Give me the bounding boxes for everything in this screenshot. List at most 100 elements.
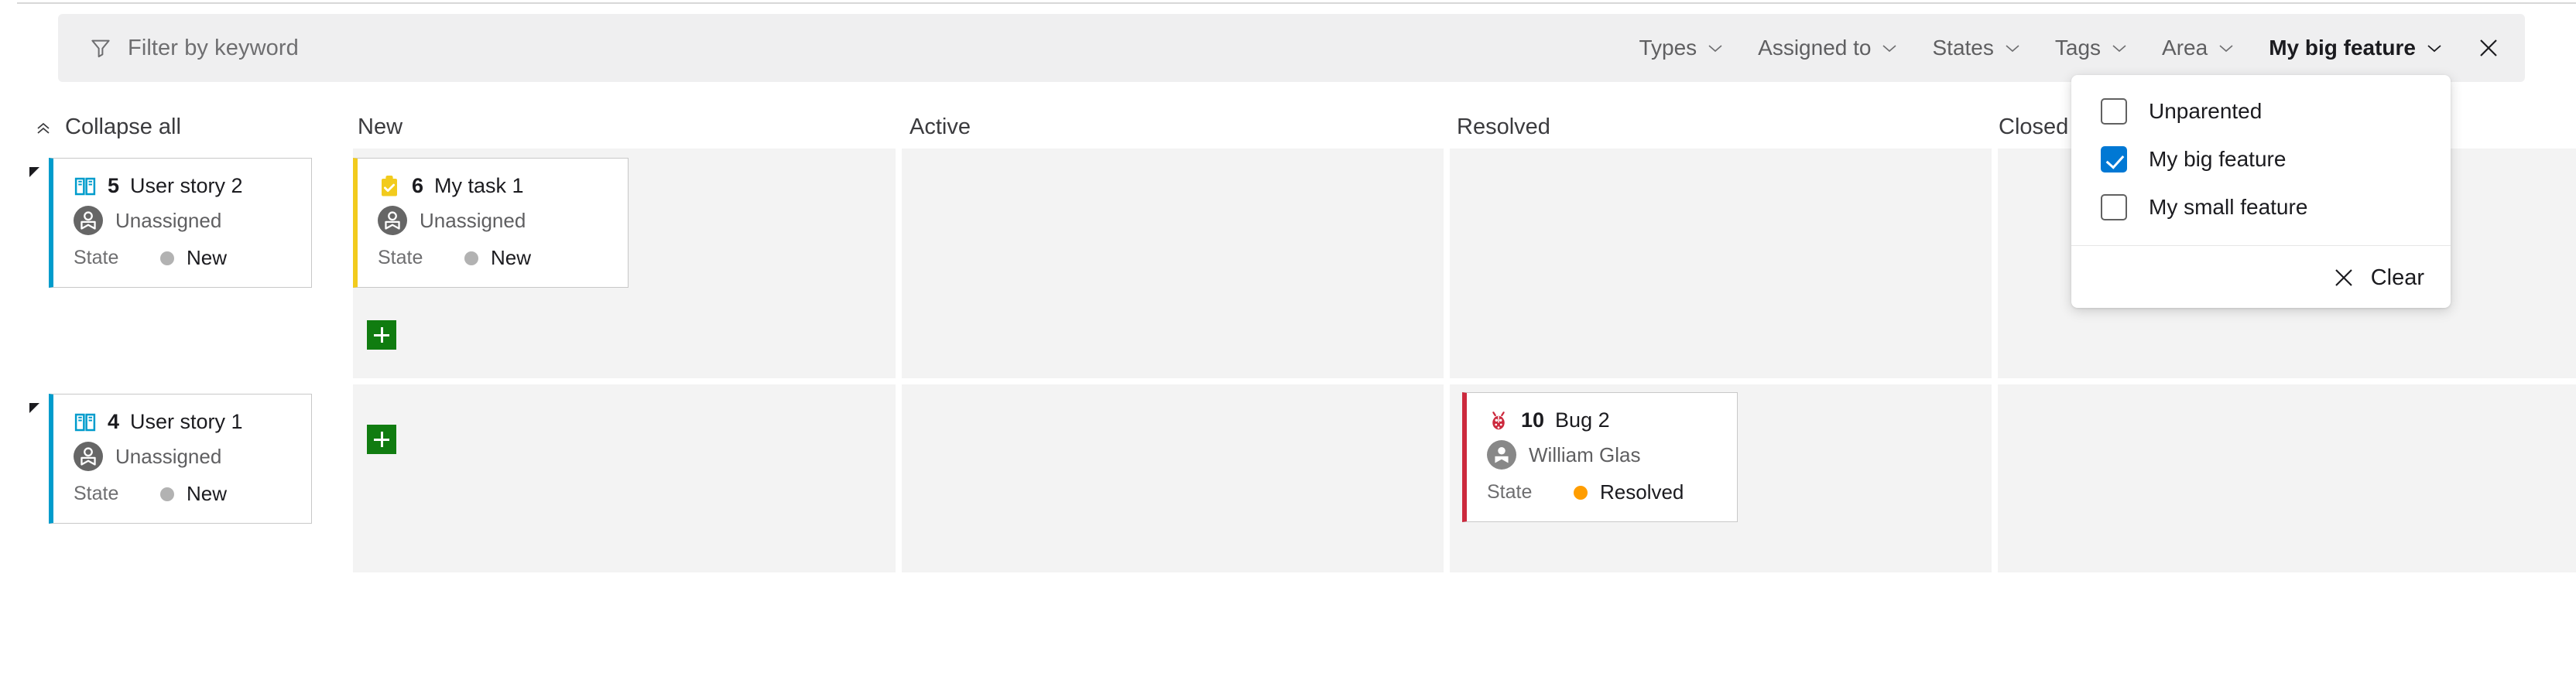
unassigned-avatar-icon <box>74 442 103 471</box>
work-item-card-user-story-2[interactable]: 5 User story 2 Unassigned State New <box>49 158 312 288</box>
parent-filter-option-unparented[interactable]: Unparented <box>2071 87 2451 135</box>
swimlane-collapse-toggle[interactable] <box>29 167 39 177</box>
filter-pill-types[interactable]: Types <box>1622 14 1741 82</box>
card-title-row: 5 User story 2 <box>74 174 291 198</box>
card-assignee-row: Unassigned <box>74 206 291 235</box>
unassigned-avatar-icon <box>74 206 103 235</box>
parent-filter-options: Unparented My big feature My small featu… <box>2071 75 2451 241</box>
state-dot-icon <box>160 487 174 501</box>
card-title-row: 4 User story 1 <box>74 410 291 434</box>
card-assignee-row: Unassigned <box>378 206 608 235</box>
dropdown-footer: Clear <box>2071 246 2451 308</box>
card-assignee-row: Unassigned <box>74 442 291 471</box>
work-item-card-bug-2[interactable]: 10 Bug 2 William Glas State Resolved <box>1462 392 1738 522</box>
filter-pill-tags[interactable]: Tags <box>2038 14 2145 82</box>
person-avatar-icon <box>1487 440 1516 470</box>
keyword-filter-placeholder: Filter by keyword <box>128 35 299 60</box>
parent-filter-option-unparented-label: Unparented <box>2149 99 2263 123</box>
card-assignee: Unassigned <box>115 444 222 468</box>
header-divider <box>17 2 2576 4</box>
card-id: 10 <box>1521 408 1545 432</box>
filter-pill-area-label: Area <box>2162 36 2208 60</box>
card-state-row: State New <box>74 246 291 270</box>
board-cell-resolved[interactable] <box>1450 149 1992 378</box>
filter-bar: Filter by keyword Types Assigned to Stat… <box>58 14 2525 82</box>
filter-pill-types-label: Types <box>1639 36 1697 60</box>
parent-filter-option-my-big-feature[interactable]: My big feature <box>2071 135 2451 183</box>
clear-filter-label: Clear <box>2370 265 2424 290</box>
chevron-down-icon <box>2006 45 2019 53</box>
parent-filter-option-my-small-feature-label: My small feature <box>2149 195 2308 219</box>
filter-pill-parent-label: My big feature <box>2269 36 2416 60</box>
card-assignee-row: William Glas <box>1487 440 1717 470</box>
filter-pill-states[interactable]: States <box>1915 14 2037 82</box>
card-state-value: New <box>187 246 228 269</box>
chevron-down-icon <box>2112 45 2126 53</box>
card-id: 5 <box>108 174 120 197</box>
state-dot-icon <box>160 251 174 265</box>
close-icon <box>2334 269 2352 286</box>
checkbox-unchecked-icon[interactable] <box>2101 98 2127 125</box>
task-icon <box>382 175 397 196</box>
card-state-row: State New <box>378 246 608 270</box>
work-item-card-user-story-1[interactable]: 4 User story 1 Unassigned State New <box>49 394 312 524</box>
card-title: My task 1 <box>434 174 524 197</box>
column-header-resolved: Resolved <box>1457 114 1550 139</box>
funnel-icon <box>89 36 112 60</box>
add-card-button[interactable] <box>367 425 396 454</box>
filter-pill-assigned-to-label: Assigned to <box>1758 36 1872 60</box>
filter-pill-tags-label: Tags <box>2054 36 2102 60</box>
card-state-value: New <box>187 482 228 505</box>
card-assignee: Unassigned <box>115 208 222 232</box>
board-cell-closed[interactable] <box>1998 384 2576 572</box>
close-icon <box>2480 39 2497 56</box>
card-title-row: 6 My task 1 <box>378 174 608 198</box>
add-card-button[interactable] <box>367 320 396 350</box>
filter-pill-states-label: States <box>1932 36 1994 60</box>
filter-pill-area[interactable]: Area <box>2145 14 2252 82</box>
column-header-closed: Closed <box>1999 114 2069 139</box>
card-state-row: State Resolved <box>1487 480 1717 504</box>
card-title-row: 10 Bug 2 <box>1487 408 1717 432</box>
swimlane-parent: 5 User story 2 Unassigned State New <box>29 158 312 288</box>
parent-filter-dropdown: Unparented My big feature My small featu… <box>2071 75 2451 308</box>
filter-pill-assigned-to[interactable]: Assigned to <box>1741 14 1915 82</box>
checkbox-checked-icon[interactable] <box>2101 146 2127 172</box>
card-state-label: State <box>74 483 119 504</box>
board-page: Filter by keyword Types Assigned to Stat… <box>0 0 2576 690</box>
chevron-down-icon <box>1708 45 1722 53</box>
swimlane-collapse-toggle[interactable] <box>29 403 39 413</box>
board-cell-new[interactable] <box>353 384 896 572</box>
swimlane-parent: 4 User story 1 Unassigned State New <box>29 394 312 524</box>
card-id: 6 <box>412 174 424 197</box>
board-cell-active[interactable] <box>902 149 1444 378</box>
checkbox-unchecked-icon[interactable] <box>2101 194 2127 220</box>
state-dot-icon <box>464 251 478 265</box>
card-assignee: William Glas <box>1529 442 1641 466</box>
card-title: User story 2 <box>130 174 243 197</box>
card-state-value: Resolved <box>1600 480 1684 504</box>
chevron-down-icon <box>2427 45 2441 53</box>
state-dot-icon <box>1574 485 1588 500</box>
user-story-icon <box>74 413 96 431</box>
keyword-filter-input[interactable]: Filter by keyword <box>89 14 299 82</box>
card-state-label: State <box>1487 481 1533 503</box>
swimlane-user-story-1: 4 User story 1 Unassigned State New 10 B… <box>0 384 2576 572</box>
card-state-row: State New <box>74 482 291 506</box>
filter-pill-group: Types Assigned to States Tags Area My bi… <box>1622 14 2460 82</box>
parent-filter-option-my-small-feature[interactable]: My small feature <box>2071 183 2451 231</box>
parent-filter-option-my-big-feature-label: My big feature <box>2149 147 2287 171</box>
column-header-active: Active <box>909 114 971 139</box>
close-filter-bar-button[interactable] <box>2460 14 2517 82</box>
board-cell-active[interactable] <box>902 384 1444 572</box>
bug-icon <box>1492 411 1505 429</box>
card-id: 4 <box>108 410 120 433</box>
card-title: User story 1 <box>130 410 243 433</box>
filter-pill-parent[interactable]: My big feature <box>2252 14 2460 82</box>
clear-filter-button[interactable]: Clear <box>2332 265 2424 291</box>
user-story-icon <box>74 177 96 195</box>
work-item-card-my-task-1[interactable]: 6 My task 1 Unassigned State New <box>353 158 629 288</box>
column-header-new: New <box>358 114 403 139</box>
unassigned-avatar-icon <box>378 206 407 235</box>
card-title: Bug 2 <box>1555 408 1610 432</box>
